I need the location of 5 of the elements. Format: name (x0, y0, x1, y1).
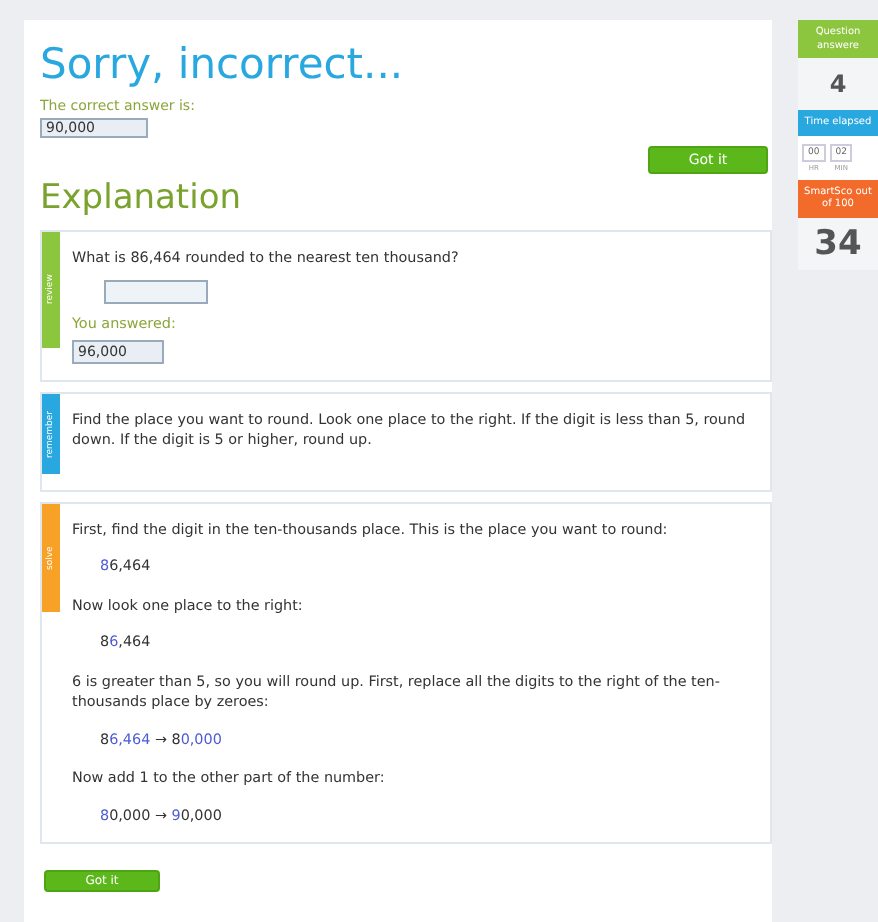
stat-value: 4 (798, 58, 878, 110)
explanation-heading: Explanation (40, 178, 243, 218)
result-title: Sorry, incorrect... (40, 40, 406, 88)
answer-box (104, 280, 208, 305)
stat-value: 34 (798, 217, 878, 269)
